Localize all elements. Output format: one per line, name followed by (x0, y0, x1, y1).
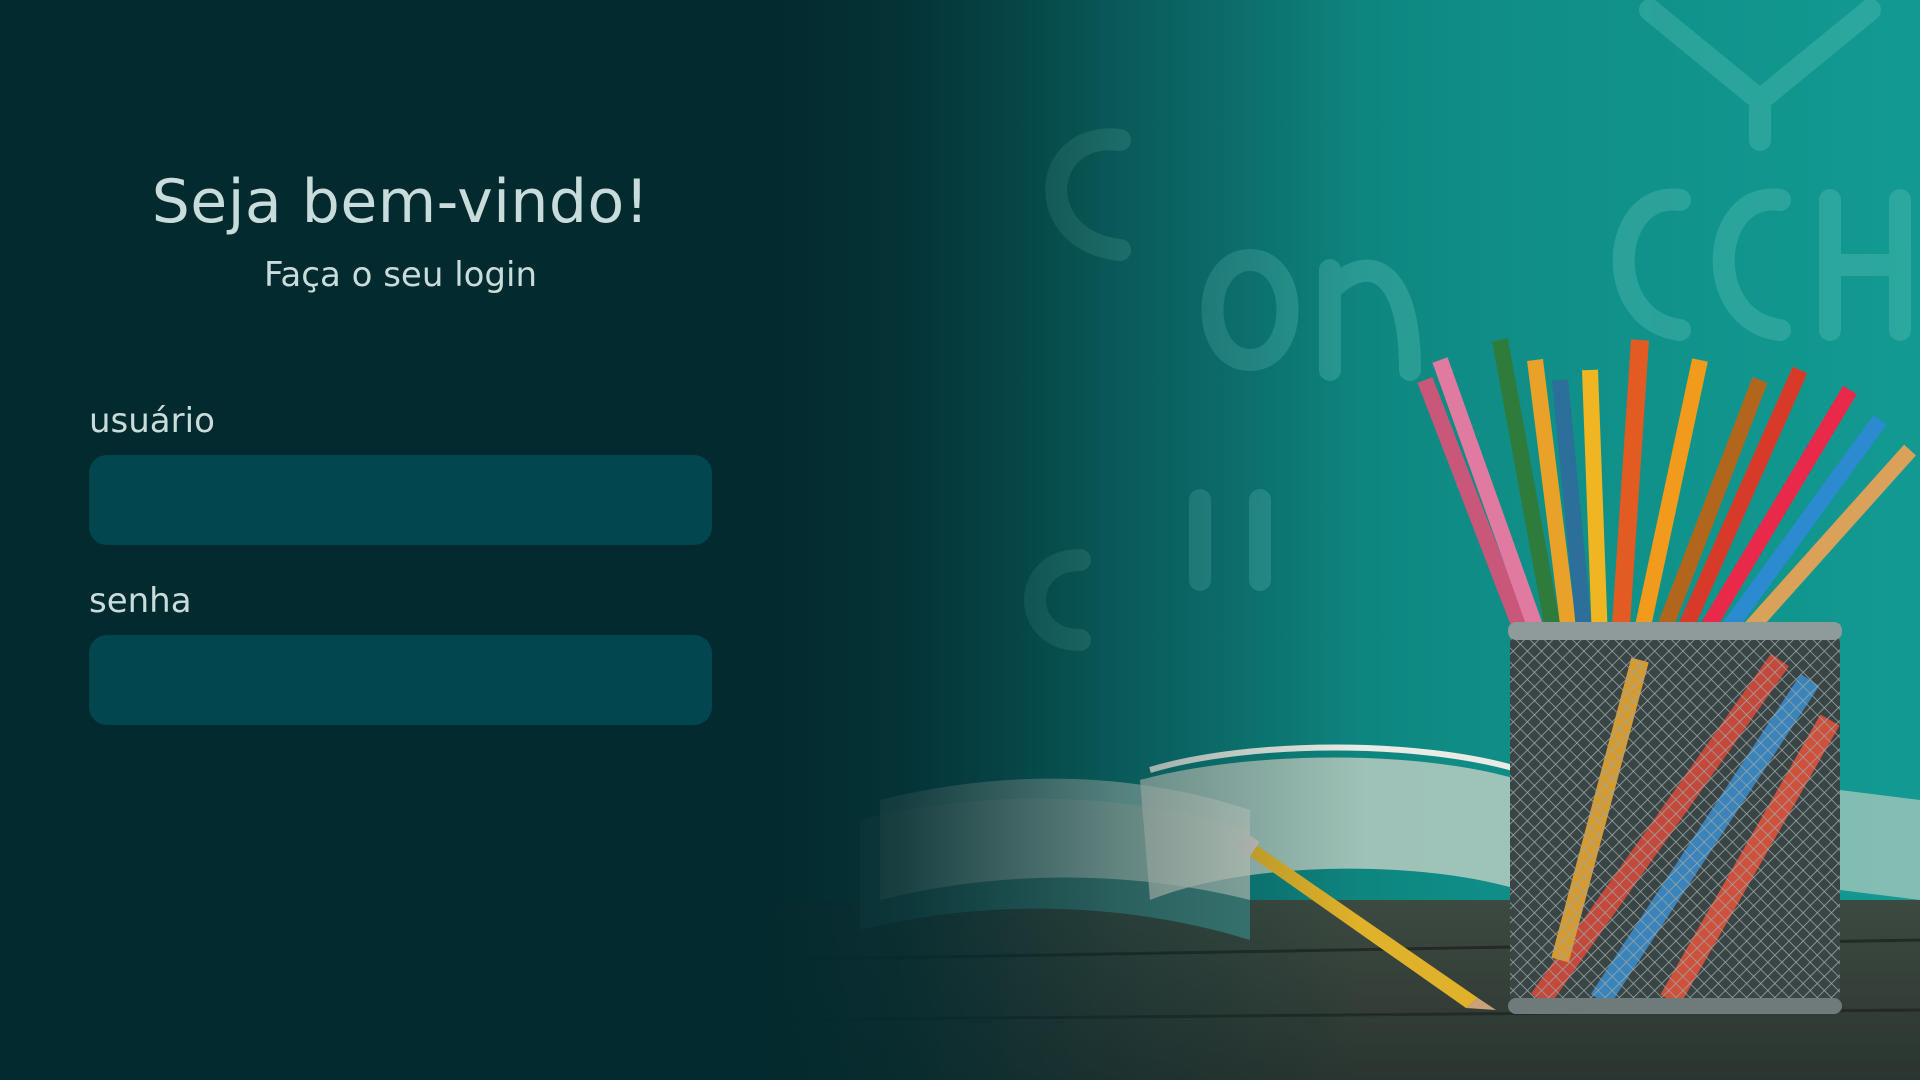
login-screen: Seja bem-vindo! Faça o seu login usuário… (0, 0, 1920, 1080)
username-label: usuário (89, 401, 215, 441)
login-subtitle: Faça o seu login (263, 255, 538, 295)
pencil-cup-image (1508, 622, 1842, 1014)
password-input[interactable] (89, 635, 712, 725)
login-form: Seja bem-vindo! Faça o seu login usuário… (89, 0, 712, 1080)
username-input[interactable] (89, 455, 712, 545)
password-label: senha (89, 581, 192, 621)
welcome-title: Seja bem-vindo! (151, 167, 650, 237)
